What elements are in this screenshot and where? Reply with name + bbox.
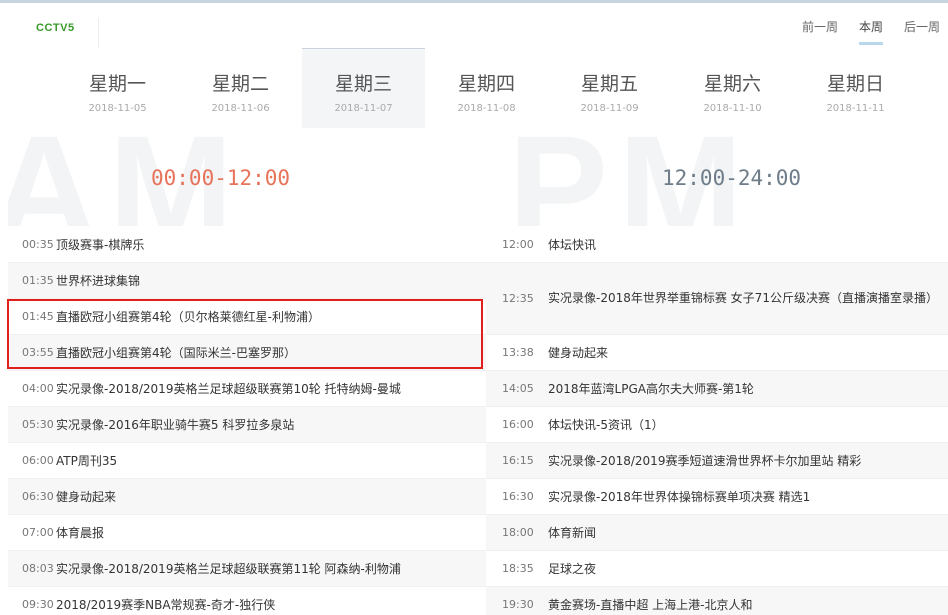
day-tab-monday[interactable]: 星期一 2018-11-05	[56, 48, 179, 128]
program-time: 01:35	[22, 274, 54, 287]
day-date: 2018-11-07	[334, 103, 393, 114]
program-time: 03:55	[22, 346, 54, 359]
program-time: 16:30	[502, 490, 534, 503]
program-time: 06:30	[22, 490, 54, 503]
prev-week-button[interactable]: 前一周	[802, 14, 838, 45]
program-title: 实况录像-2018/2019赛季短道速滑世界杯卡尔加里站 精彩	[548, 454, 862, 468]
this-week-button[interactable]: 本周	[858, 14, 883, 45]
program-title: 实况录像-2018/2019英格兰足球超级联赛第11轮 阿森纳-利物浦	[56, 562, 401, 576]
program-time: 16:15	[502, 454, 534, 467]
program-title: 直播欧冠小组赛第4轮（国际米兰-巴塞罗那）	[56, 346, 296, 360]
program-schedule: 00:35 顶级赛事-棋牌乐 01:35 世界杯进球集锦 01:45 直播欧冠小组赛第…	[8, 227, 948, 615]
program-title: 体育新闻	[548, 526, 597, 540]
program-time: 16:00	[502, 418, 534, 431]
pm-program-list: 12:00 体坛快讯 12:35 实况录像-2018年世界举重锦标赛 女子71公斤级…	[486, 227, 948, 615]
next-week-button[interactable]: 后一周	[904, 14, 940, 45]
program-title: 世界杯进球集锦	[56, 274, 141, 288]
program-time: 05:30	[22, 418, 54, 431]
program-title: ATP周刊35	[56, 454, 118, 468]
program-row[interactable]: 12:35 实况录像-2018年世界举重锦标赛 女子71公斤级决赛（直播演播室录播…	[486, 263, 948, 335]
top-border	[0, 0, 948, 3]
program-time: 13:38	[502, 346, 534, 359]
program-title: 实况录像-2018年世界举重锦标赛 女子71公斤级决赛（直播演播室录播）	[548, 291, 938, 305]
program-time: 14:05	[502, 382, 534, 395]
program-row[interactable]: 08:03 实况录像-2018/2019英格兰足球超级联赛第11轮 阿森纳-利物浦	[8, 551, 486, 587]
day-name: 星期三	[334, 73, 392, 95]
program-title: 黄金赛场-直播中超 上海上港-北京人和	[548, 598, 753, 612]
program-row[interactable]: 01:35 世界杯进球集锦	[8, 263, 486, 299]
day-name: 星期二	[211, 73, 269, 95]
day-name: 星期日	[826, 73, 884, 95]
program-row[interactable]: 05:30 实况录像-2016年职业骑牛赛5 科罗拉多泉站	[8, 407, 486, 443]
day-name: 星期一	[88, 73, 146, 95]
program-row[interactable]: 16:15 实况录像-2018/2019赛季短道速滑世界杯卡尔加里站 精彩	[486, 443, 948, 479]
program-time: 18:35	[502, 562, 534, 575]
program-row[interactable]: 00:35 顶级赛事-棋牌乐	[8, 227, 486, 263]
program-title: 2018/2019赛季NBA常规赛-奇才-独行侠	[56, 598, 276, 612]
program-row[interactable]: 12:00 体坛快讯	[486, 227, 948, 263]
day-tab-wednesday[interactable]: 星期三 2018-11-07	[302, 48, 425, 128]
program-time: 01:45	[22, 310, 54, 323]
program-row[interactable]: 07:00 体育晨报	[8, 515, 486, 551]
program-row[interactable]: 19:30 黄金赛场-直播中超 上海上港-北京人和	[486, 587, 948, 615]
week-navigation: 前一周 本周 后一周	[802, 14, 940, 45]
day-tab-thursday[interactable]: 星期四 2018-11-08	[425, 48, 548, 128]
program-time: 12:35	[502, 292, 534, 305]
program-time: 09:30	[22, 598, 54, 611]
program-row[interactable]: 13:38 健身动起来	[486, 335, 948, 371]
day-date: 2018-11-10	[703, 103, 762, 114]
program-row[interactable]: 09:30 2018/2019赛季NBA常规赛-奇才-独行侠	[8, 587, 486, 615]
program-title: 顶级赛事-棋牌乐	[56, 238, 145, 252]
program-row[interactable]: 14:05 2018年蓝湾LPGA高尔夫大师赛-第1轮	[486, 371, 948, 407]
day-name: 星期六	[703, 73, 761, 95]
am-program-list: 00:35 顶级赛事-棋牌乐 01:35 世界杯进球集锦 01:45 直播欧冠小组赛第…	[8, 227, 486, 615]
period-header: AM PM 00:00-12:00 12:00-24:00	[8, 128, 948, 226]
program-title: 足球之夜	[548, 562, 597, 576]
day-tabs: 星期一 2018-11-05 星期二 2018-11-06 星期三 2018-1…	[56, 48, 918, 128]
program-row[interactable]: 18:35 足球之夜	[486, 551, 948, 587]
program-title: 健身动起来	[56, 490, 117, 504]
day-date: 2018-11-09	[580, 103, 639, 114]
am-period-label: 00:00-12:00	[151, 166, 291, 190]
program-title: 健身动起来	[548, 346, 609, 360]
program-title: 2018年蓝湾LPGA高尔夫大师赛-第1轮	[548, 382, 754, 396]
day-name: 星期四	[457, 73, 515, 95]
program-time: 06:00	[22, 454, 54, 467]
channel-logo: CCTV5	[36, 22, 75, 34]
day-name: 星期五	[580, 73, 638, 95]
program-time: 18:00	[502, 526, 534, 539]
program-row[interactable]: 03:55 直播欧冠小组赛第4轮（国际米兰-巴塞罗那）	[8, 335, 486, 371]
logo-divider	[98, 18, 99, 48]
program-time: 07:00	[22, 526, 54, 539]
program-title: 实况录像-2018年世界体操锦标赛单项决赛 精选1	[548, 490, 811, 504]
day-date: 2018-11-11	[826, 103, 885, 114]
day-date: 2018-11-06	[211, 103, 270, 114]
program-row[interactable]: 16:30 实况录像-2018年世界体操锦标赛单项决赛 精选1	[486, 479, 948, 515]
day-date: 2018-11-08	[457, 103, 516, 114]
day-tab-saturday[interactable]: 星期六 2018-11-10	[671, 48, 794, 128]
program-row[interactable]: 18:00 体育新闻	[486, 515, 948, 551]
program-time: 12:00	[502, 238, 534, 251]
program-row[interactable]: 16:00 体坛快讯-5资讯（1）	[486, 407, 948, 443]
program-title: 体坛快讯-5资讯（1）	[548, 418, 664, 432]
program-row[interactable]: 06:00 ATP周刊35	[8, 443, 486, 479]
program-row[interactable]: 01:45 直播欧冠小组赛第4轮（贝尔格莱德红星-利物浦）	[8, 299, 486, 335]
program-title: 体坛快讯	[548, 238, 597, 252]
program-row[interactable]: 06:30 健身动起来	[8, 479, 486, 515]
program-title: 直播欧冠小组赛第4轮（贝尔格莱德红星-利物浦）	[56, 310, 320, 324]
program-row[interactable]: 04:00 实况录像-2018/2019英格兰足球超级联赛第10轮 托特纳姆-曼城	[8, 371, 486, 407]
program-time: 19:30	[502, 598, 534, 611]
day-tab-friday[interactable]: 星期五 2018-11-09	[548, 48, 671, 128]
pm-period-label: 12:00-24:00	[662, 166, 802, 190]
program-time: 00:35	[22, 238, 54, 251]
program-title: 实况录像-2018/2019英格兰足球超级联赛第10轮 托特纳姆-曼城	[56, 382, 401, 396]
program-title: 体育晨报	[56, 526, 105, 540]
program-title: 实况录像-2016年职业骑牛赛5 科罗拉多泉站	[56, 418, 295, 432]
day-tab-sunday[interactable]: 星期日 2018-11-11	[794, 48, 917, 128]
program-time: 08:03	[22, 562, 54, 575]
day-date: 2018-11-05	[88, 103, 147, 114]
program-time: 04:00	[22, 382, 54, 395]
day-tab-tuesday[interactable]: 星期二 2018-11-06	[179, 48, 302, 128]
